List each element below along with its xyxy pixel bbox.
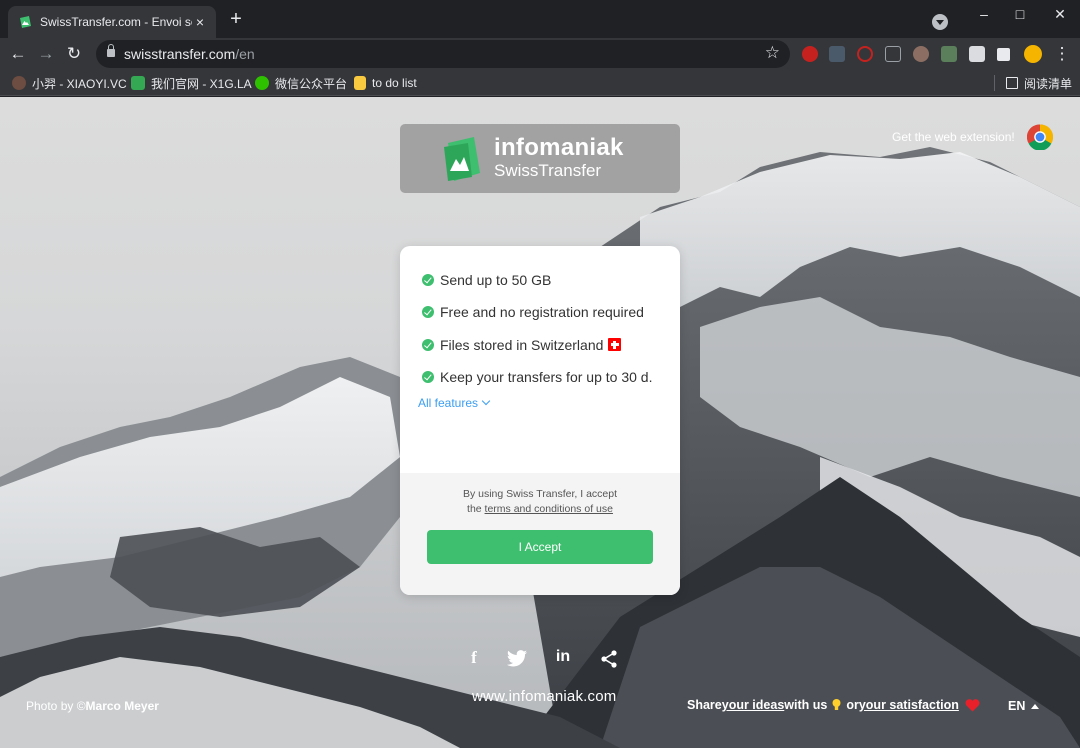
swisstransfer-favicon-icon: [20, 16, 31, 28]
accept-button[interactable]: I Accept: [427, 530, 653, 564]
reading-list-button[interactable]: 阅读清单: [1006, 74, 1072, 92]
linkedin-icon[interactable]: in: [552, 648, 574, 670]
brand-name: infomaniak: [494, 134, 624, 161]
lock-icon[interactable]: [107, 44, 115, 57]
web-extension-link[interactable]: Get the web extension!: [892, 130, 1015, 144]
address-bar[interactable]: swisstransfer.com/en ☆: [96, 40, 790, 68]
dots-icon[interactable]: [829, 46, 845, 62]
tab-close-icon[interactable]: ×: [192, 14, 208, 30]
tab-title: SwissTransfer.com - Envoi séc: [40, 15, 192, 29]
bookmark-star-icon[interactable]: ☆: [765, 43, 780, 63]
feature-item: Free and no registration required: [422, 296, 670, 328]
photo-credit: Photo by ©Marco Meyer: [26, 699, 159, 713]
swiss-flag-icon: [608, 338, 622, 352]
reading-list-icon: [1006, 77, 1018, 89]
product-name: SwissTransfer: [494, 161, 602, 180]
check-icon: [422, 371, 434, 384]
tab-strip: SwissTransfer.com - Envoi séc × + – □ ✕: [0, 0, 1080, 38]
check-icon: [422, 274, 434, 287]
page-viewport: infomaniak SwissTransfer Get the web ext…: [0, 97, 1080, 748]
bookmark-item[interactable]: 小羿 - XIAOYI.VC: [12, 74, 127, 92]
terms-section: By using Swiss Transfer, I accept the te…: [400, 473, 680, 595]
menu-icon[interactable]: ⋮: [1050, 42, 1074, 66]
hand-icon[interactable]: [913, 46, 929, 62]
facebook-icon[interactable]: f: [466, 648, 482, 670]
transfer-card: Send up to 50 GB Free and no registratio…: [400, 246, 680, 595]
all-features-link[interactable]: All features: [418, 396, 491, 410]
tab-search-icon[interactable]: [932, 14, 948, 30]
feature-list: Send up to 50 GB Free and no registratio…: [422, 264, 670, 393]
infomaniak-website-link[interactable]: www.infomaniak.com: [472, 688, 616, 705]
bookmark-item[interactable]: 我们官网 - X1G.LA: [131, 74, 252, 92]
avatar-icon: [12, 76, 26, 90]
copy-icon[interactable]: [885, 46, 901, 62]
minimize-button[interactable]: –: [972, 4, 996, 24]
feature-item: Send up to 50 GB: [422, 264, 670, 296]
image-icon[interactable]: [969, 46, 985, 62]
bookmark-separator: [994, 75, 995, 91]
feedback-links: Share your ideas with us or your satisfa…: [687, 698, 980, 712]
feature-item: Files stored in Switzerland: [422, 329, 670, 361]
chevron-down-icon[interactable]: [481, 396, 491, 406]
feature-item: Keep your transfers for up to 30 d.: [422, 361, 670, 393]
new-tab-button[interactable]: +: [226, 9, 246, 29]
check-icon: [422, 338, 434, 351]
terms-text: By using Swiss Transfer, I accept the te…: [462, 488, 618, 515]
share-icon[interactable]: [600, 648, 618, 670]
opera-icon[interactable]: [857, 46, 873, 62]
maximize-button[interactable]: □: [1008, 4, 1032, 24]
browser-tab[interactable]: SwissTransfer.com - Envoi séc ×: [8, 6, 216, 38]
adblock-icon[interactable]: [802, 46, 818, 62]
twitter-icon[interactable]: [507, 648, 527, 670]
folder-icon[interactable]: [941, 46, 957, 62]
photographer-link[interactable]: Marco Meyer: [86, 699, 159, 713]
terms-link[interactable]: terms and conditions of use: [485, 503, 613, 515]
language-selector[interactable]: EN: [1008, 699, 1040, 713]
your-ideas-link[interactable]: your ideas: [722, 698, 785, 712]
site-icon: [131, 76, 145, 90]
bookmark-folder[interactable]: to do list: [354, 74, 417, 92]
puzzle-icon[interactable]: [997, 48, 1010, 61]
url-text[interactable]: swisstransfer.com/en: [124, 46, 255, 62]
swisstransfer-logo-icon: [444, 137, 480, 181]
reload-button[interactable]: ↻: [62, 42, 86, 66]
bookmarks-bar: 小羿 - XIAOYI.VC 我们官网 - X1G.LA 微信公众平台 to d…: [0, 70, 1080, 96]
browser-toolbar: ← → ↻ swisstransfer.com/en ☆ ⋮: [0, 38, 1080, 70]
close-window-button[interactable]: ✕: [1048, 4, 1072, 24]
check-icon: [422, 306, 434, 319]
back-button[interactable]: ←: [6, 42, 30, 66]
folder-icon: [354, 76, 366, 90]
caret-up-icon[interactable]: [1031, 703, 1040, 709]
infomaniak-logo[interactable]: infomaniak SwissTransfer: [400, 124, 680, 193]
avatar[interactable]: [1024, 45, 1042, 63]
lightbulb-icon: [832, 699, 841, 710]
wechat-icon: [255, 76, 269, 90]
bookmark-item[interactable]: 微信公众平台: [255, 74, 347, 92]
forward-button[interactable]: →: [34, 42, 58, 66]
your-satisfaction-link[interactable]: your satisfaction: [859, 698, 959, 712]
chrome-icon[interactable]: [1027, 124, 1053, 150]
heart-icon: [965, 698, 980, 711]
